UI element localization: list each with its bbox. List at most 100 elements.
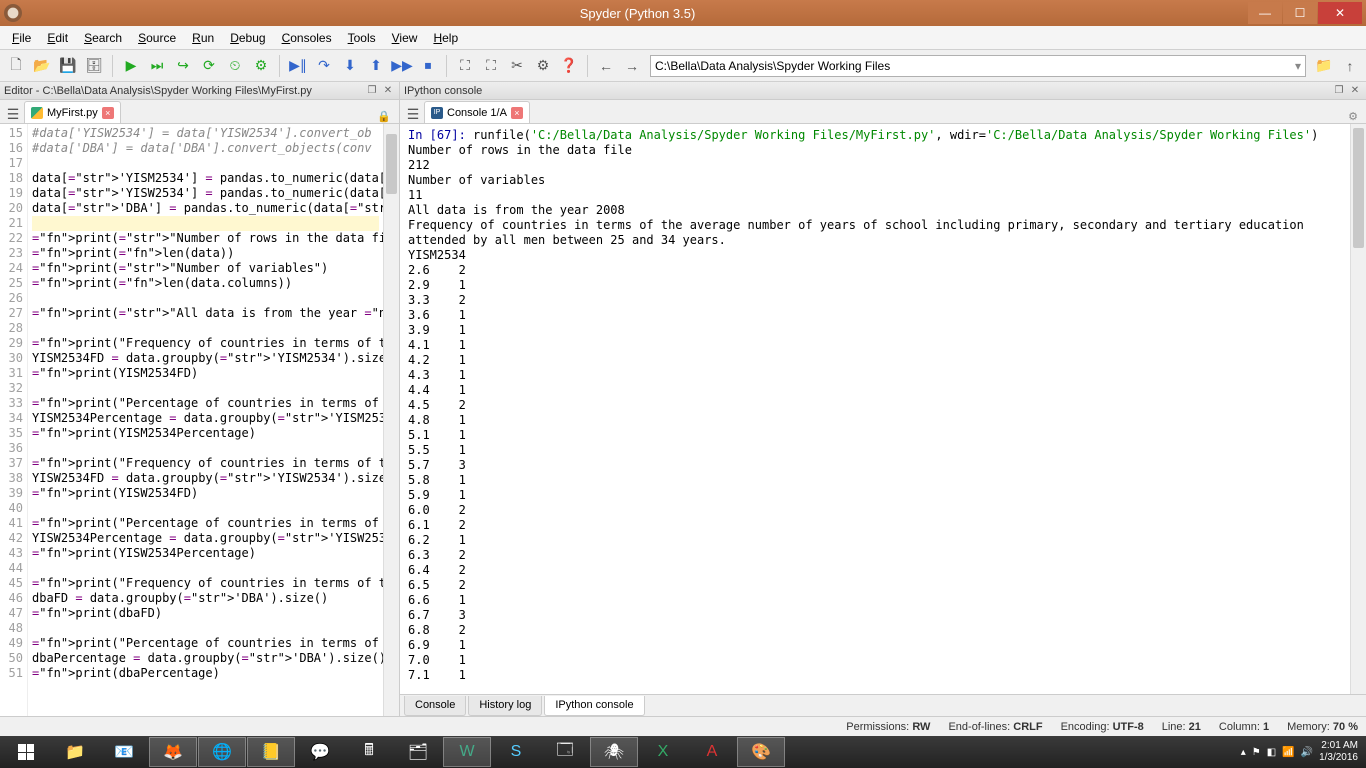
taskbar-excel[interactable]: X <box>639 737 687 767</box>
panel-undock-button[interactable]: ❐ <box>365 84 379 98</box>
minimize-button[interactable]: — <box>1248 2 1282 24</box>
nav-back-button[interactable]: ← <box>594 54 618 78</box>
working-directory-input[interactable]: C:\Bella\Data Analysis\Spyder Working Fi… <box>650 55 1306 77</box>
stepout-button[interactable]: ⬆ <box>364 54 388 78</box>
console-bottom-tab[interactable]: Console <box>404 696 466 716</box>
menu-file[interactable]: File <box>4 28 39 48</box>
parent-dir-button[interactable]: ↑ <box>1338 54 1362 78</box>
window-titlebar: Spyder (Python 3.5) — ☐ ✕ <box>0 0 1366 26</box>
new-file-button[interactable]: 🗋 <box>4 54 28 78</box>
taskbar-calc[interactable]: 🖩 <box>345 737 393 767</box>
menu-search[interactable]: Search <box>76 28 130 48</box>
tray-up-icon[interactable]: ▴ <box>1241 747 1246 758</box>
panel-close-button[interactable]: ✕ <box>381 84 395 98</box>
saveall-button[interactable]: 🗄 <box>82 54 106 78</box>
tools-button[interactable]: ✂ <box>505 54 529 78</box>
stepover-button[interactable]: ↷ <box>312 54 336 78</box>
debug-button[interactable]: ▶∥ <box>286 54 310 78</box>
taskbar-paint[interactable]: 🎨 <box>737 737 785 767</box>
console-output[interactable]: In [67]: runfile('C:/Bella/Data Analysis… <box>400 124 1366 694</box>
taskbar-app2[interactable]: 🗔 <box>541 737 589 767</box>
close-tab-button[interactable]: × <box>102 107 114 119</box>
menu-consoles[interactable]: Consoles <box>274 28 340 48</box>
open-file-button[interactable]: 📂 <box>30 54 54 78</box>
code-area[interactable]: #data['YISW2534'] = data['YISW2534'].con… <box>28 124 383 716</box>
menu-run[interactable]: Run <box>184 28 222 48</box>
taskbar-notepad[interactable]: 📒 <box>247 737 295 767</box>
toolbar-separator <box>112 55 113 77</box>
editor-scrollbar[interactable] <box>383 124 399 716</box>
status-memory: Memory: 70 % <box>1287 721 1358 733</box>
panel-undock-button[interactable]: ❐ <box>1332 84 1346 98</box>
run-button[interactable]: ▶ <box>119 54 143 78</box>
system-clock[interactable]: 2:01 AM 1/3/2016 <box>1319 740 1358 764</box>
maximize-panel-button[interactable]: ⛶ <box>453 54 477 78</box>
editor-panel-title: Editor - C:\Bella\Data Analysis\Spyder W… <box>4 85 312 97</box>
stepin-button[interactable]: ⬇ <box>338 54 362 78</box>
code-editor[interactable]: 15 16 17 18 19 20 21 22 23 24 25 26 27 2… <box>0 124 399 716</box>
pythonpath-button[interactable]: ❓ <box>557 54 581 78</box>
menu-debug[interactable]: Debug <box>222 28 273 48</box>
taskbar-firefox[interactable]: 🦊 <box>149 737 197 767</box>
tray-volume-icon[interactable]: 🔊 <box>1301 747 1313 758</box>
taskbar-word[interactable]: W <box>443 737 491 767</box>
editor-tab[interactable]: MyFirst.py × <box>24 101 121 123</box>
console-scrollbar[interactable] <box>1350 124 1366 694</box>
fullscreen-button[interactable]: ⛶ <box>479 54 503 78</box>
status-encoding: Encoding: UTF-8 <box>1061 721 1144 733</box>
close-button[interactable]: ✕ <box>1318 2 1362 24</box>
run-cell-button[interactable]: ⏭ <box>145 54 169 78</box>
status-permissions: Permissions: RW <box>846 721 930 733</box>
start-button[interactable] <box>2 737 50 767</box>
console-tab[interactable]: IP Console 1/A × <box>424 101 530 123</box>
system-tray[interactable]: ▴ ⚑ ◧ 📶 🔊 2:01 AM 1/3/2016 <box>1235 740 1364 764</box>
tabs-menu-button[interactable]: ☰ <box>404 105 422 123</box>
menu-view[interactable]: View <box>384 28 426 48</box>
menu-source[interactable]: Source <box>130 28 184 48</box>
console-bottom-tab[interactable]: IPython console <box>544 696 644 716</box>
panel-close-button[interactable]: ✕ <box>1348 84 1362 98</box>
status-bar: Permissions: RW End-of-lines: CRLF Encod… <box>0 716 1366 736</box>
console-panel-title: IPython console <box>404 85 482 97</box>
run-config-button[interactable]: ⚙ <box>249 54 273 78</box>
console-bottom-tab[interactable]: History log <box>468 696 542 716</box>
taskbar-explorer[interactable]: 📁 <box>51 737 99 767</box>
run-profile-button[interactable]: ⏲ <box>223 54 247 78</box>
browse-dir-button[interactable]: 📁 <box>1312 54 1336 78</box>
run-selection-button[interactable]: ↪ <box>171 54 195 78</box>
tabs-menu-button[interactable]: ☰ <box>4 105 22 123</box>
menu-tools[interactable]: Tools <box>340 28 384 48</box>
console-tab-label: Console 1/A <box>447 107 507 119</box>
nav-forward-button[interactable]: → <box>620 54 644 78</box>
taskbar-skype[interactable]: S <box>492 737 540 767</box>
options-button[interactable]: ⚙ <box>1344 110 1362 123</box>
continue-button[interactable]: ▶▶ <box>390 54 414 78</box>
tray-flag-icon[interactable]: ⚑ <box>1252 747 1261 758</box>
taskbar-acrobat[interactable]: A <box>688 737 736 767</box>
menu-bar: FileEditSearchSourceRunDebugConsolesTool… <box>0 26 1366 50</box>
tray-network-icon[interactable]: 📶 <box>1282 747 1294 758</box>
menu-help[interactable]: Help <box>425 28 466 48</box>
taskbar-app[interactable]: 🗂 <box>394 737 442 767</box>
stop-debug-button[interactable]: ⏹ <box>416 54 440 78</box>
close-tab-button[interactable]: × <box>511 107 523 119</box>
console-tabstrip: ☰ IP Console 1/A × ⚙ <box>400 100 1366 124</box>
save-button[interactable]: 💾 <box>56 54 80 78</box>
taskbar-gtalk[interactable]: 💬 <box>296 737 344 767</box>
editor-tabstrip: ☰ MyFirst.py × 🔒 <box>0 100 399 124</box>
tray-media-icon[interactable]: ◧ <box>1267 747 1276 758</box>
python-file-icon <box>31 107 43 119</box>
taskbar-chrome[interactable]: 🌐 <box>198 737 246 767</box>
toolbar-separator <box>446 55 447 77</box>
editor-panel-header: Editor - C:\Bella\Data Analysis\Spyder W… <box>0 82 399 100</box>
menu-edit[interactable]: Edit <box>39 28 76 48</box>
spyder-icon <box>4 4 22 22</box>
run-again-button[interactable]: ⟳ <box>197 54 221 78</box>
chevron-down-icon: ▾ <box>1295 59 1301 73</box>
preferences-button[interactable]: ⚙ <box>531 54 555 78</box>
options-button[interactable]: 🔒 <box>373 110 395 123</box>
taskbar-spyder[interactable]: 🕷 <box>590 737 638 767</box>
maximize-button[interactable]: ☐ <box>1283 2 1317 24</box>
toolbar-separator <box>587 55 588 77</box>
taskbar-mail[interactable]: 📧 <box>100 737 148 767</box>
